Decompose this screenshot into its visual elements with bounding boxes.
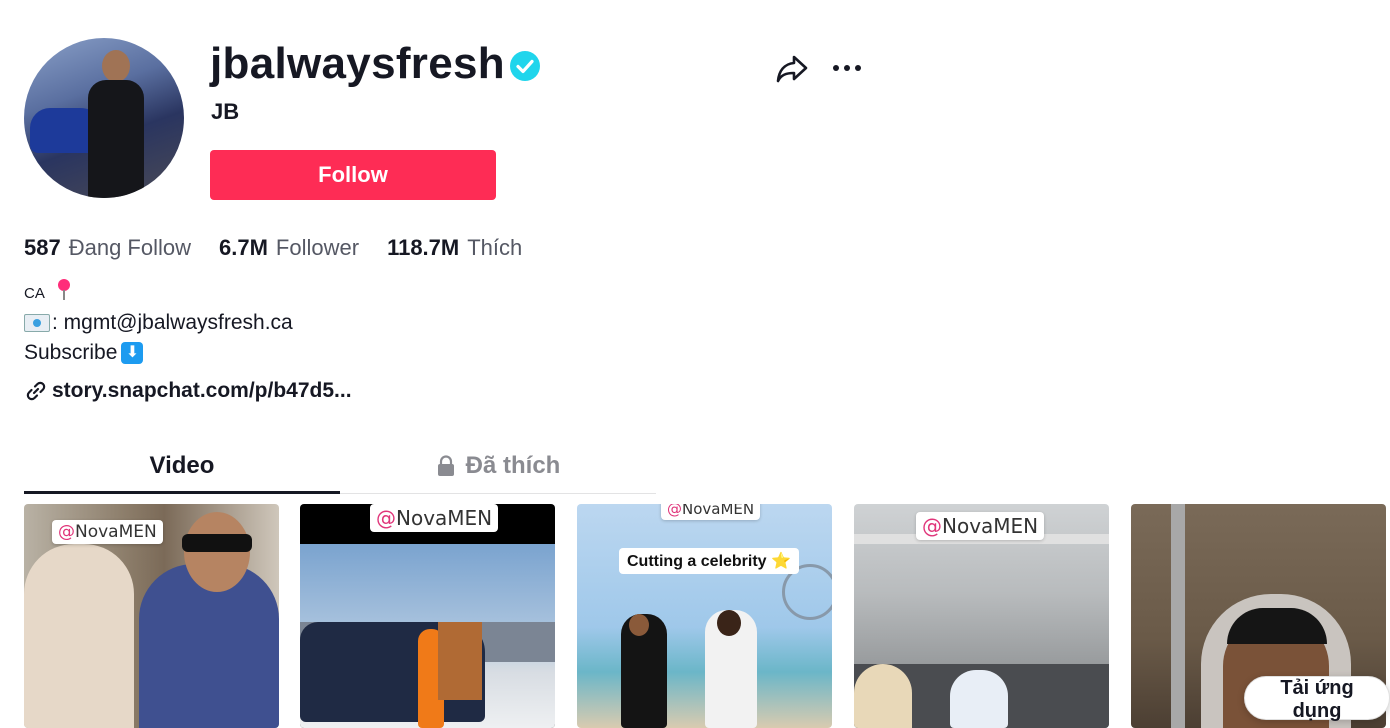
video-tag: @NovaMEN [916, 512, 1045, 540]
email-icon [24, 314, 50, 332]
stat-following-label: Đang Follow [68, 235, 191, 260]
lock-icon [437, 455, 454, 476]
video-thumbnail[interactable]: @NovaMEN [854, 504, 1109, 728]
stat-likes-count: 118.7M [387, 235, 460, 260]
bio-subscribe-text: Subscribe [24, 341, 118, 364]
video-caption: Cutting a celebrity ⭐ [619, 548, 799, 574]
video-tag: @NovaMEN [661, 504, 761, 520]
profile-bio: CA : mgmt@jbalwaysfresh.ca Subscribe ⬇ [24, 279, 293, 368]
avatar-person [88, 50, 144, 198]
stat-likes: 118.7M Thích [387, 232, 522, 264]
stat-following[interactable]: 587 Đang Follow [24, 232, 191, 264]
stat-following-count: 587 [24, 235, 61, 260]
video-grid: @NovaMEN @NovaMEN @NovaMEN Cutting a cel… [24, 504, 1386, 728]
profile-tabs: Video Đã thích [24, 440, 656, 494]
profile-link[interactable]: story.snapchat.com/p/b47d5... [24, 376, 352, 406]
tab-videos-label: Video [149, 451, 215, 479]
down-arrow-icon: ⬇ [121, 342, 144, 364]
tab-liked-label: Đã thích [465, 452, 561, 479]
video-thumbnail[interactable]: @NovaMEN [24, 504, 279, 728]
profile-username: jbalwaysfresh [210, 39, 505, 88]
video-tag: @NovaMEN [52, 520, 163, 544]
verified-badge-icon [510, 51, 540, 81]
video-tag: @NovaMEN [370, 504, 499, 532]
profile-link-text: story.snapchat.com/p/b47d5... [52, 379, 352, 402]
link-icon [26, 381, 46, 401]
bio-subscribe-line: Subscribe ⬇ [24, 338, 293, 368]
share-icon[interactable] [774, 50, 810, 86]
tab-videos[interactable]: Video [24, 440, 340, 494]
bio-location-text: CA [24, 285, 45, 302]
tab-liked[interactable]: Đã thích [340, 440, 656, 492]
get-app-button[interactable]: Tải ứng dụng [1244, 676, 1390, 722]
stat-followers[interactable]: 6.7M Follower [219, 232, 359, 264]
profile-nickname: JB [211, 99, 240, 124]
profile-avatar [24, 38, 184, 198]
bio-location: CA [24, 279, 293, 308]
bio-email-text: : mgmt@jbalwaysfresh.ca [52, 311, 293, 334]
bio-email-line: : mgmt@jbalwaysfresh.ca [24, 308, 293, 338]
follow-button[interactable]: Follow [210, 150, 496, 200]
stat-followers-label: Follower [275, 235, 360, 260]
profile-stats: 587 Đang Follow 6.7M Follower 118.7M Thí… [24, 232, 550, 264]
video-thumbnail[interactable]: @NovaMEN [300, 504, 555, 728]
more-options-icon[interactable] [830, 58, 866, 78]
pin-icon [55, 279, 73, 301]
stat-likes-label: Thích [467, 235, 523, 260]
stat-followers-count: 6.7M [219, 235, 268, 260]
video-thumbnail[interactable]: @NovaMEN Cutting a celebrity ⭐ [577, 504, 832, 728]
